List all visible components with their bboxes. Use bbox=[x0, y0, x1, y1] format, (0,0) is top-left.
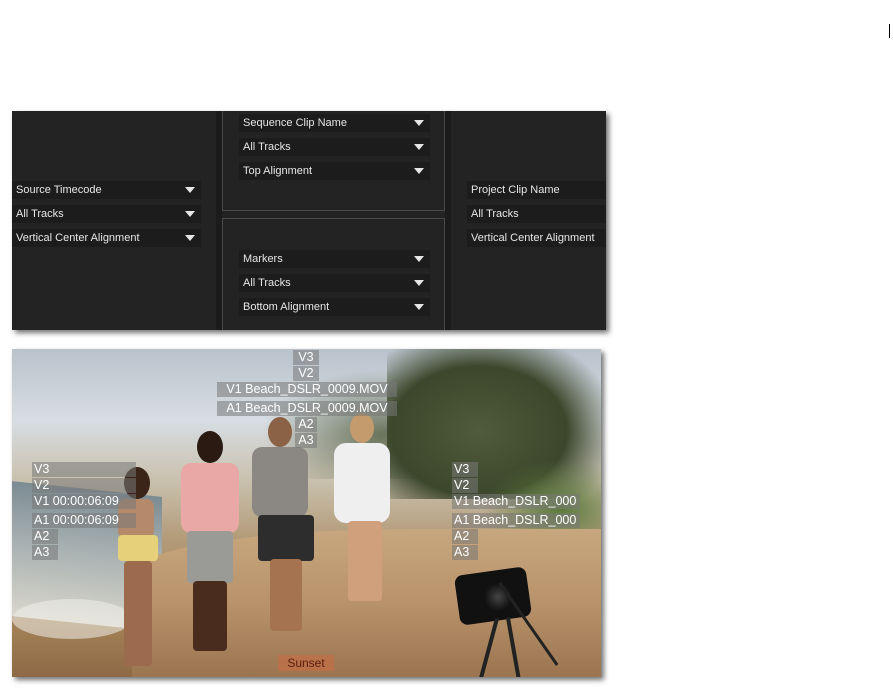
dropdown-value: Vertical Center Alignment bbox=[471, 232, 595, 244]
right-tracks-dropdown[interactable]: All Tracks bbox=[467, 205, 606, 223]
left-alignment-dropdown[interactable]: Vertical Center Alignment bbox=[12, 229, 201, 247]
marker-label: Sunset bbox=[278, 655, 334, 671]
right-alignment-dropdown[interactable]: Vertical Center Alignment bbox=[467, 229, 606, 247]
chevron-down-icon bbox=[414, 304, 424, 310]
overlay-top-a2: A2 bbox=[295, 417, 317, 432]
top-tracks-dropdown[interactable]: All Tracks bbox=[239, 138, 430, 156]
chevron-down-icon bbox=[414, 120, 424, 126]
overlay-top-a1: A1 Beach_DSLR_0009.MOV bbox=[217, 401, 397, 416]
top-alignment-dropdown[interactable]: Top Alignment bbox=[239, 162, 430, 180]
overlay-right-v1: V1 Beach_DSLR_000 bbox=[452, 494, 580, 509]
chevron-down-icon bbox=[185, 211, 195, 217]
dropdown-value: All Tracks bbox=[243, 141, 291, 153]
dropdown-value: Markers bbox=[243, 253, 283, 265]
overlay-top-v1: V1 Beach_DSLR_0009.MOV bbox=[217, 382, 397, 397]
dropdown-value: All Tracks bbox=[16, 208, 64, 220]
dropdown-value: Sequence Clip Name bbox=[243, 117, 347, 129]
overlay-top-a3: A3 bbox=[295, 433, 317, 448]
overlay-left-a3: A3 bbox=[32, 545, 58, 560]
chevron-down-icon bbox=[414, 168, 424, 174]
dropdown-value: All Tracks bbox=[243, 277, 291, 289]
column-divider bbox=[445, 111, 451, 330]
dropdown-value: Project Clip Name bbox=[471, 184, 560, 196]
overlay-left-a2: A2 bbox=[32, 529, 58, 544]
overlay-right-a3: A3 bbox=[452, 545, 478, 560]
dropdown-value: Source Timecode bbox=[16, 184, 102, 196]
bottom-tracks-dropdown[interactable]: All Tracks bbox=[239, 274, 430, 292]
overlay-right-a2: A2 bbox=[452, 529, 478, 544]
overlay-left-v2: V2 bbox=[32, 478, 136, 493]
dropdown-value: Bottom Alignment bbox=[243, 301, 330, 313]
program-monitor-preview: V3 V2 V1 Beach_DSLR_0009.MOV A1 Beach_DS… bbox=[12, 349, 601, 677]
overlay-settings-panel: Source Timecode All Tracks Vertical Cent… bbox=[12, 111, 606, 330]
dropdown-value: Top Alignment bbox=[243, 165, 313, 177]
wave-foam bbox=[12, 599, 132, 639]
chevron-down-icon bbox=[185, 187, 195, 193]
dropdown-value: All Tracks bbox=[471, 208, 519, 220]
overlay-left-v1: V1 00:00:06:09 bbox=[32, 494, 136, 509]
overlay-left-a1: A1 00:00:06:09 bbox=[32, 513, 136, 528]
window-edge bbox=[889, 24, 890, 38]
bottom-source-dropdown[interactable]: Markers bbox=[239, 250, 430, 268]
overlay-left-v3: V3 bbox=[32, 462, 136, 477]
dropdown-value: Vertical Center Alignment bbox=[16, 232, 140, 244]
overlay-right-v3: V3 bbox=[452, 462, 478, 477]
chevron-down-icon bbox=[414, 280, 424, 286]
overlay-top-v2: V2 bbox=[293, 366, 319, 381]
left-tracks-dropdown[interactable]: All Tracks bbox=[12, 205, 201, 223]
chevron-down-icon bbox=[185, 235, 195, 241]
overlay-right-a1: A1 Beach_DSLR_000 bbox=[452, 513, 580, 528]
right-source-dropdown[interactable]: Project Clip Name bbox=[467, 181, 606, 199]
top-source-dropdown[interactable]: Sequence Clip Name bbox=[239, 114, 430, 132]
left-source-dropdown[interactable]: Source Timecode bbox=[12, 181, 201, 199]
overlay-right-v2: V2 bbox=[452, 478, 478, 493]
overlay-top-v3: V3 bbox=[293, 350, 319, 365]
chevron-down-icon bbox=[414, 256, 424, 262]
bottom-alignment-dropdown[interactable]: Bottom Alignment bbox=[239, 298, 430, 316]
chevron-down-icon bbox=[414, 144, 424, 150]
